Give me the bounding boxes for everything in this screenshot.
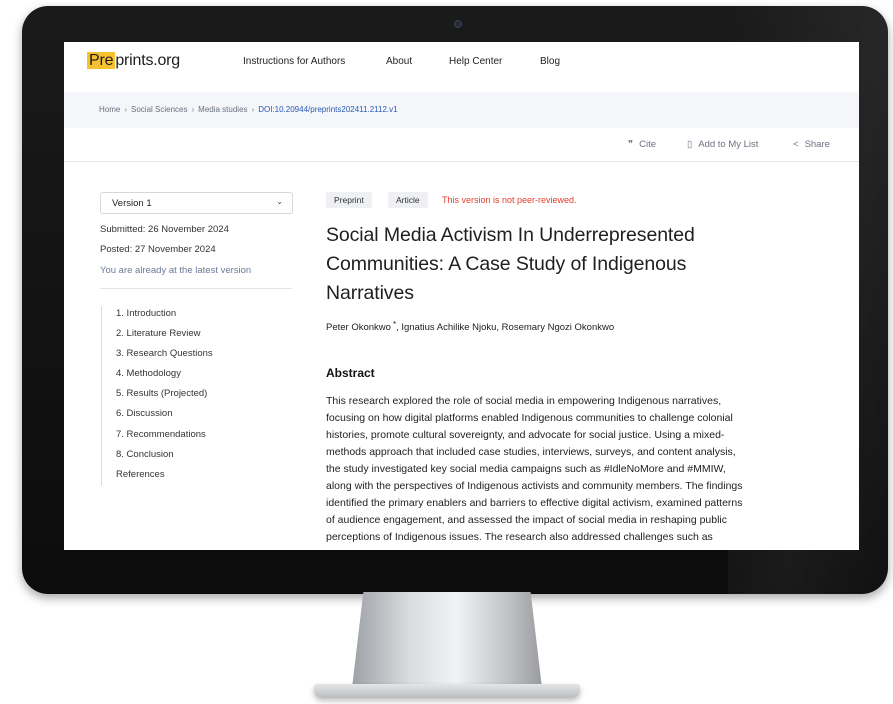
nav-blog[interactable]: Blog: [540, 56, 560, 67]
abstract-text: This research explored the role of socia…: [326, 395, 722, 407]
quote-icon: ❞: [628, 139, 634, 150]
article-title: Social Media Activism In Underrepresente…: [326, 224, 695, 246]
author-link[interactable]: , Ignatius Achilike Njoku, Rosemary Ngoz…: [396, 322, 614, 333]
monitor-stand: [352, 592, 542, 688]
cite-button[interactable]: ❞ Cite: [628, 139, 656, 150]
breadcrumb: Home › Social Sciences › Media studies › DOI:1…: [64, 92, 859, 128]
preprint-tag: Preprint: [326, 192, 372, 208]
author-link[interactable]: Peter Okonkwo: [326, 322, 391, 333]
abstract-text: histories, promote cultural sovereignty,…: [326, 429, 725, 441]
posted-date: Posted: 27 November 2024: [100, 244, 216, 255]
submitted-date: Submitted: 26 November 2024: [100, 224, 229, 235]
breadcrumb-chevron-icon: ›: [124, 105, 128, 114]
toc-item[interactable]: 5. Results (Projected): [116, 388, 207, 399]
nav-help-center[interactable]: Help Center: [449, 56, 502, 67]
share-button[interactable]: < Share: [793, 139, 830, 150]
latest-version-note: You are already at the latest version: [100, 265, 252, 276]
toc-item[interactable]: 2. Literature Review: [116, 328, 200, 339]
sidebar-divider: [100, 288, 292, 289]
abstract-heading: Abstract: [326, 366, 375, 380]
chevron-down-icon: ⌄: [276, 197, 283, 206]
article-title: Communities: A Case Study of Indigenous: [326, 253, 687, 275]
version-select[interactable]: Version 1 ⌄: [100, 192, 293, 214]
abstract-text: focusing on how digital platforms enable…: [326, 412, 733, 424]
peer-review-notice: This version is not peer-reviewed.: [442, 195, 577, 205]
breadcrumb-media-studies[interactable]: Media studies: [198, 105, 247, 114]
author-list: Peter Okonkwo *, Ignatius Achilike Njoku,…: [326, 320, 614, 333]
add-to-my-list-button[interactable]: ▯ Add to My List: [687, 139, 758, 150]
toc-item[interactable]: References: [116, 469, 165, 480]
breadcrumb-doi[interactable]: DOI:10.20944/preprints202411.2112.v1: [258, 105, 397, 114]
abstract-text: identified the primary enablers and barr…: [326, 497, 743, 509]
monitor-stand-base: [314, 684, 580, 698]
browser-screen: Pre prints.org Instructions for Authors A…: [64, 42, 859, 550]
share-icon: <: [793, 139, 799, 150]
abstract-text: along with the perspectives of Indigenou…: [326, 480, 743, 492]
breadcrumb-home[interactable]: Home: [99, 105, 120, 114]
breadcrumb-social-sciences[interactable]: Social Sciences: [131, 105, 187, 114]
bookmark-icon: ▯: [687, 139, 693, 150]
abstract-text: methods approach that included case stud…: [326, 446, 736, 458]
article-title: Narratives: [326, 282, 414, 304]
toc-item[interactable]: 6. Discussion: [116, 408, 173, 419]
toc-item[interactable]: 8. Conclusion: [116, 449, 174, 460]
breadcrumb-chevron-icon: ›: [191, 105, 195, 114]
table-of-contents: 1. Introduction 2. Literature Review 3. …: [101, 306, 281, 486]
abstract-text: of audience engagement, and assessed the…: [326, 514, 728, 526]
nav-instructions-for-authors[interactable]: Instructions for Authors: [243, 56, 345, 67]
article-tag: Article: [388, 192, 428, 208]
breadcrumb-chevron-icon: ›: [251, 105, 255, 114]
webcam-icon: [454, 20, 462, 28]
toc-item[interactable]: 1. Introduction: [116, 308, 176, 319]
site-header: Pre prints.org Instructions for Authors A…: [64, 42, 859, 84]
abstract-text: perceptions of Indigenous issues. The re…: [326, 531, 713, 543]
toc-item[interactable]: 7. Recommendations: [116, 429, 206, 440]
toc-item[interactable]: 3. Research Questions: [116, 348, 213, 359]
nav-about[interactable]: About: [386, 56, 412, 67]
action-bar: ❞ Cite ▯ Add to My List < Share: [64, 128, 859, 162]
abstract-text: the study investigated key social media …: [326, 463, 726, 475]
site-logo[interactable]: Pre prints.org: [87, 52, 180, 70]
toc-item[interactable]: 4. Methodology: [116, 368, 181, 379]
